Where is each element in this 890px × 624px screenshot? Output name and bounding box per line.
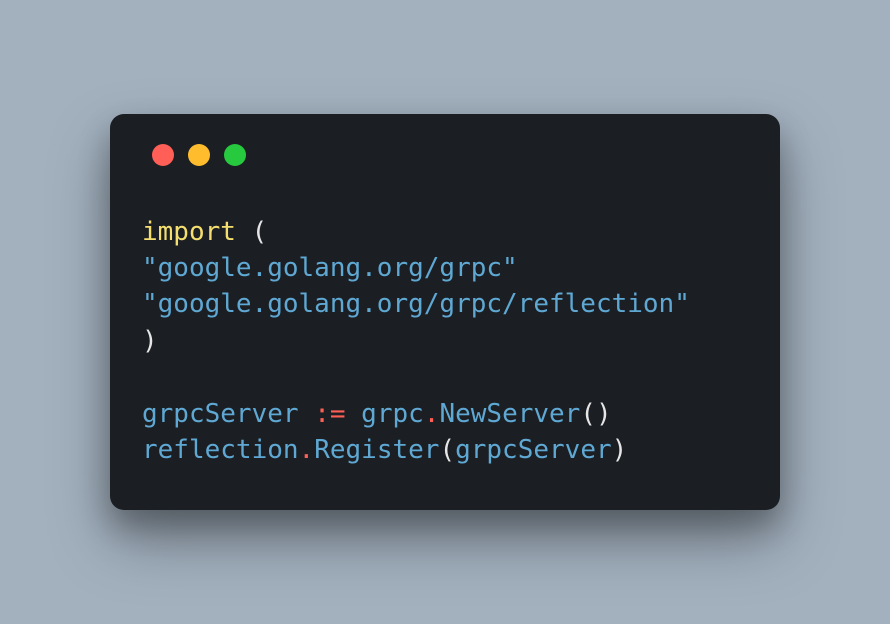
- code-token: [236, 217, 252, 247]
- code-line: grpcServer := grpc.NewServer(): [142, 399, 612, 429]
- code-token: NewServer: [439, 399, 580, 429]
- code-block: import ( "google.golang.org/grpc" "googl…: [142, 214, 748, 469]
- code-line: "google.golang.org/grpc/reflection": [142, 289, 690, 319]
- code-window: import ( "google.golang.org/grpc" "googl…: [110, 114, 780, 511]
- code-token: (: [439, 435, 455, 465]
- minimize-icon[interactable]: [188, 144, 210, 166]
- code-token: "google.golang.org/grpc/reflection": [142, 289, 690, 319]
- window-traffic-lights: [152, 144, 748, 166]
- code-token: .: [299, 435, 315, 465]
- code-token: grpcServer: [142, 399, 299, 429]
- code-token: ): [612, 435, 628, 465]
- code-line: import (: [142, 217, 267, 247]
- code-line: ): [142, 326, 158, 356]
- close-icon[interactable]: [152, 144, 174, 166]
- code-token: Register: [314, 435, 439, 465]
- code-token: (: [252, 217, 268, 247]
- code-token: :=: [314, 399, 345, 429]
- code-token: .: [424, 399, 440, 429]
- code-token: "google.golang.org/grpc": [142, 253, 518, 283]
- code-token: [299, 399, 315, 429]
- code-token: [346, 399, 362, 429]
- code-token: grpcServer: [455, 435, 612, 465]
- code-token: (): [580, 399, 611, 429]
- code-line: "google.golang.org/grpc": [142, 253, 518, 283]
- code-token: reflection: [142, 435, 299, 465]
- code-token: grpc: [361, 399, 424, 429]
- code-line: reflection.Register(grpcServer): [142, 435, 627, 465]
- code-token: ): [142, 326, 158, 356]
- zoom-icon[interactable]: [224, 144, 246, 166]
- code-token: import: [142, 217, 236, 247]
